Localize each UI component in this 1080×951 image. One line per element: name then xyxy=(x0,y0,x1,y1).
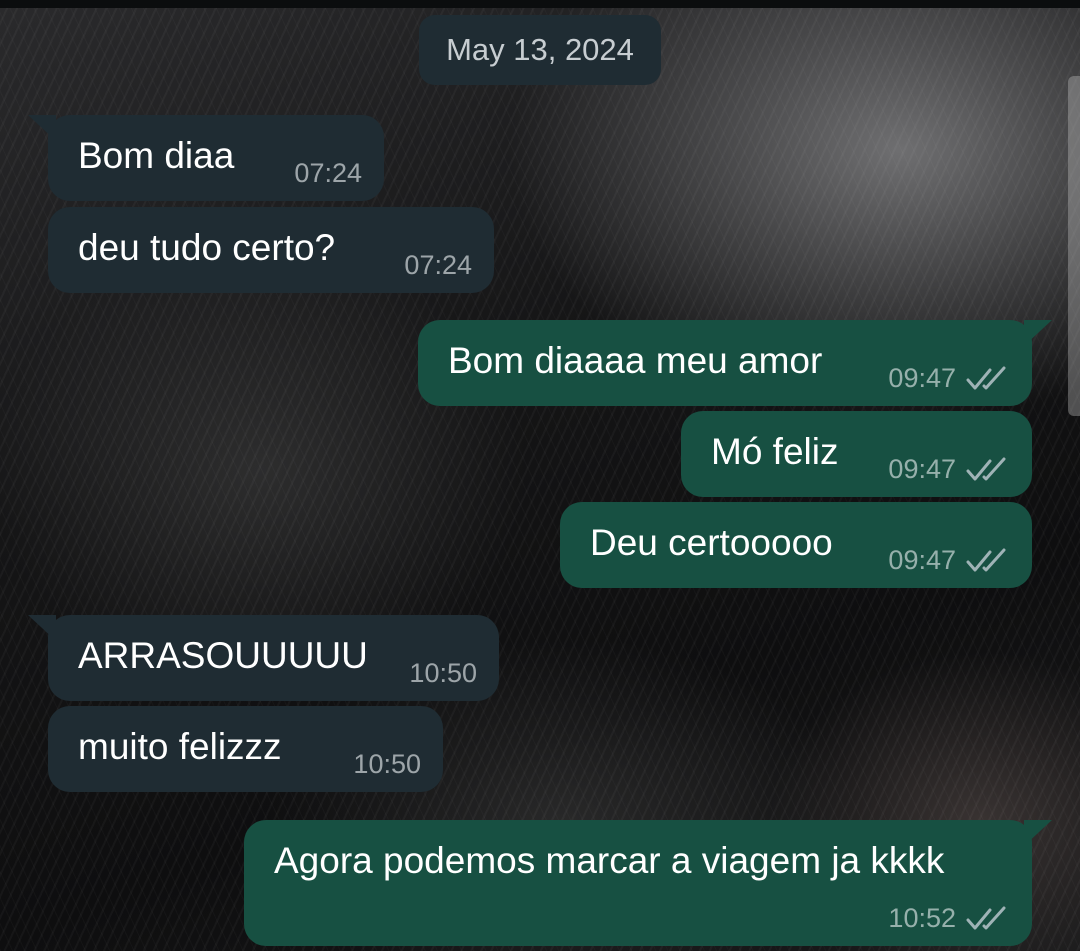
message-meta: 09:47 xyxy=(888,363,1010,394)
message-meta: 10:52 xyxy=(888,903,1010,934)
date-separator: May 13, 2024 xyxy=(419,15,661,85)
message-time: 07:24 xyxy=(294,158,362,188)
chat-background: May 13, 2024 Bom diaa 07:24 deu tudo cer… xyxy=(0,0,1080,951)
message-meta: 10:50 xyxy=(409,658,477,689)
message-meta: 07:24 xyxy=(404,250,472,281)
message-bubble-outgoing[interactable]: Deu certooooo 09:47 xyxy=(560,502,1032,588)
message-bubble-incoming[interactable]: ARRASOUUUUU 10:50 xyxy=(28,615,499,701)
message-time: 10:50 xyxy=(353,749,421,779)
message-time: 09:47 xyxy=(888,545,956,575)
message-bubble-incoming[interactable]: Bom diaa 07:24 xyxy=(28,115,384,201)
bubble-tail xyxy=(1024,320,1052,346)
scrollbar-thumb[interactable] xyxy=(1068,76,1080,416)
message-text: Deu certooooo xyxy=(590,522,833,563)
message-meta: 07:24 xyxy=(294,158,362,189)
message-text: deu tudo certo? xyxy=(78,227,336,268)
message-text: Bom diaa xyxy=(78,135,235,176)
message-text: Bom diaaaa meu amor xyxy=(448,340,823,381)
message-time: 10:52 xyxy=(888,903,956,933)
bubble-tail xyxy=(28,615,56,641)
message-time: 09:47 xyxy=(888,363,956,393)
message-time: 07:24 xyxy=(404,250,472,280)
read-double-check-icon xyxy=(966,548,1006,571)
message-bubble-incoming[interactable]: deu tudo certo? 07:24 xyxy=(48,207,494,293)
message-time: 09:47 xyxy=(888,454,956,484)
message-bubble-outgoing[interactable]: Bom diaaaa meu amor 09:47 xyxy=(418,320,1052,406)
message-meta: 10:50 xyxy=(353,749,421,780)
message-text: ARRASOUUUUU xyxy=(78,635,368,676)
message-text: Agora podemos marcar a viagem ja kkkk xyxy=(274,840,945,881)
read-double-check-icon xyxy=(966,366,1006,389)
read-double-check-icon xyxy=(966,457,1006,480)
message-text: muito felizzz xyxy=(78,726,282,767)
message-time: 10:50 xyxy=(409,658,477,688)
read-double-check-icon xyxy=(966,906,1006,929)
bubble-tail xyxy=(28,115,56,141)
message-bubble-outgoing[interactable]: Mó feliz 09:47 xyxy=(681,411,1032,497)
bubble-tail xyxy=(1024,820,1052,846)
message-bubble-outgoing[interactable]: Agora podemos marcar a viagem ja kkkk 10… xyxy=(244,820,1052,946)
message-bubble-incoming[interactable]: muito felizzz 10:50 xyxy=(48,706,443,792)
message-text: Mó feliz xyxy=(711,431,839,472)
message-meta: 09:47 xyxy=(888,454,1010,485)
message-meta: 09:47 xyxy=(888,545,1010,576)
top-edge xyxy=(0,0,1080,8)
